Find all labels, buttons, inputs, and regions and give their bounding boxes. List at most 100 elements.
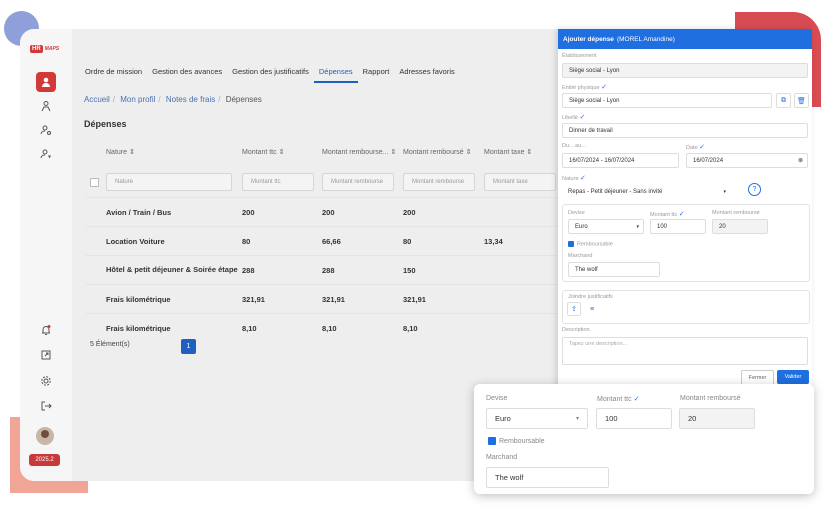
cell-montant-ttc: 8,10 <box>242 323 257 333</box>
logout-icon[interactable] <box>36 396 56 416</box>
tab-ordre-de-mission[interactable]: Ordre de mission <box>80 65 147 83</box>
column-header-nature[interactable]: Nature ⇕ <box>106 148 242 156</box>
breadcrumb-accueil[interactable]: Accueil <box>84 95 110 104</box>
upload-icon[interactable]: ⇪ <box>567 302 581 316</box>
help-icon[interactable]: ? <box>748 183 761 196</box>
export-icon[interactable] <box>36 345 56 365</box>
tab-gestion-des-avances[interactable]: Gestion des avances <box>147 65 227 83</box>
filter-montant-taxe-input[interactable]: Montant taxe <box>484 173 556 191</box>
zoom-montant-rembourse-label: Montant remboursé <box>680 395 741 402</box>
filter-montant-ttc-input[interactable]: Montant ttc <box>242 173 314 191</box>
filter-nature-input[interactable]: Nature <box>106 173 232 191</box>
montant-rembourse-field: 20 <box>712 219 768 234</box>
cell-montant-rembourse: 150 <box>403 265 416 275</box>
breadcrumb: Accueil / Mon profil / Notes de frais / Dép… <box>84 95 262 104</box>
tab-gestion-des-justificatifs[interactable]: Gestion des justificatifs <box>227 65 314 83</box>
zoom-callout: Devise Euro ▾ Montant ttc ✓ 100 Montant r… <box>474 384 814 494</box>
page-number-button[interactable]: 1 <box>181 339 196 354</box>
montant-ttc-field[interactable]: 100 <box>650 219 706 234</box>
org-icon[interactable] <box>36 96 56 116</box>
page-title: Dépenses <box>84 119 127 129</box>
devise-select[interactable]: Euro ▾ <box>568 219 644 234</box>
zoom-remboursable-checkbox[interactable]: Remboursable <box>488 437 545 445</box>
filter-montant-rembourse-input[interactable]: Montant rembourse <box>403 173 475 191</box>
filter-montant-rembourse-ht-input[interactable]: Montant rembourse <box>322 173 394 191</box>
breadcrumb-mon-profil[interactable]: Mon profil <box>120 95 155 104</box>
breadcrumb-notes-de-frais[interactable]: Notes de frais <box>166 95 215 104</box>
logo-text: MAPS <box>44 46 60 52</box>
libelle-field[interactable]: Dinner de travail <box>562 123 808 138</box>
checkbox-checked-icon <box>568 241 574 247</box>
drawer-header: Ajouter dépense (MOREL Amandine) <box>558 29 812 49</box>
check-icon: ✓ <box>678 211 685 218</box>
etablissement-field: Siège social - Lyon <box>562 63 808 78</box>
user-settings-icon[interactable] <box>36 120 56 140</box>
zoom-devise-label: Devise <box>486 395 508 402</box>
version-badge: 2025.2 <box>29 454 60 466</box>
add-expense-drawer: Ajouter dépense (MOREL Amandine) Établis… <box>558 29 812 389</box>
table-row[interactable]: Avion / Train / Bus 200 200 200 <box>86 197 566 226</box>
app-logo[interactable]: HR MAPS <box>30 45 59 53</box>
entite-field[interactable]: Siège social - Lyon <box>562 93 772 108</box>
cell-montant-ttc: 80 <box>242 236 251 246</box>
column-header-montant-rembourse-ht[interactable]: Montant rembourse... ⇕ <box>322 148 403 156</box>
settings-icon[interactable] <box>36 371 56 391</box>
cell-montant-rembourse: 8,10 <box>403 323 418 333</box>
submit-button[interactable]: Valider <box>777 370 809 384</box>
cell-montant-ttc: 200 <box>242 207 255 217</box>
table-row[interactable]: Location Voiture 80 66,66 80 13,34 <box>86 226 566 255</box>
delete-icon[interactable]: 🗑 <box>794 93 809 108</box>
drawer-title: Ajouter dépense <box>563 35 614 43</box>
column-header-montant-taxe[interactable]: Montant taxe ⇕ <box>484 148 566 156</box>
table-row[interactable]: Frais kilométrique 8,10 8,10 8,10 <box>86 313 566 342</box>
pager-count: 5 Élément(s) <box>90 341 130 348</box>
avatar[interactable] <box>36 427 54 445</box>
expenses-table: Nature ⇕ Montant ttc ⇕ Montant rembourse… <box>86 137 566 342</box>
zoom-montant-ttc-field[interactable]: 100 <box>596 408 672 429</box>
bell-icon[interactable] <box>36 320 56 340</box>
marchand-label: Marchand <box>568 253 593 259</box>
date-range-field[interactable]: 16/07/2024 - 16/07/2024 <box>562 153 679 168</box>
nature-label: Nature ✓ <box>562 175 586 182</box>
date-field[interactable]: 16/07/2024 ⊗ <box>686 153 808 168</box>
check-icon: ✓ <box>699 144 706 151</box>
tab-depenses[interactable]: Dépenses <box>313 65 358 83</box>
entite-label: Entité physique ✓ <box>562 84 608 91</box>
cell-montant-rembourse-ht: 200 <box>322 207 335 217</box>
marchand-field[interactable]: The wolf <box>568 262 660 277</box>
sidebar: HR MAPS 2025.2 <box>20 29 72 481</box>
zoom-montant-rembourse-field: 20 <box>679 408 755 429</box>
tab-adresses-favoris[interactable]: Adresses favoris <box>394 65 459 83</box>
user-key-icon[interactable] <box>36 144 56 164</box>
cell-montant-rembourse: 200 <box>403 207 416 217</box>
chevron-down-icon: ▾ <box>636 223 639 230</box>
nature-select[interactable]: Repas - Petit déjeuner - Sans invité ▾ <box>562 184 730 199</box>
list-icon[interactable]: ≡ <box>585 302 599 316</box>
table-header-row: Nature ⇕ Montant ttc ⇕ Montant rembourse… <box>86 137 566 167</box>
cell-montant-rembourse-ht: 8,10 <box>322 323 337 333</box>
tab-rapport[interactable]: Rapport <box>358 65 395 83</box>
column-header-montant-ttc[interactable]: Montant ttc ⇕ <box>242 148 322 156</box>
zoom-marchand-field[interactable]: The wolf <box>486 467 609 488</box>
chevron-down-icon: ▾ <box>723 188 726 195</box>
select-all-checkbox[interactable] <box>90 177 99 187</box>
breadcrumb-current: Dépenses <box>225 95 262 104</box>
remboursable-checkbox[interactable]: Remboursable <box>568 241 613 247</box>
copy-icon[interactable]: ⧉ <box>776 93 791 108</box>
cell-nature: Frais kilométrique <box>106 294 171 304</box>
check-icon: ✓ <box>601 84 608 91</box>
drawer-subtitle: (MOREL Amandine) <box>616 35 675 43</box>
logo-mark: HR <box>30 45 43 53</box>
table-row[interactable]: Hôtel & petit déjeuner & Soirée étape 28… <box>86 255 566 284</box>
user-icon[interactable] <box>36 72 56 92</box>
cell-montant-rembourse: 80 <box>403 236 412 246</box>
zoom-devise-select[interactable]: Euro ▾ <box>486 408 588 429</box>
clear-icon[interactable]: ⊗ <box>798 157 803 164</box>
chevron-down-icon: ▾ <box>575 416 579 422</box>
cell-nature: Hôtel & petit déjeuner & Soirée étape <box>106 264 238 274</box>
table-row[interactable]: Frais kilométrique 321,91 321,91 321,91 <box>86 284 566 313</box>
cell-nature: Location Voiture <box>106 236 165 246</box>
description-textarea[interactable]: Tapez une description... <box>562 337 808 365</box>
cell-nature: Frais kilométrique <box>106 323 171 333</box>
column-header-montant-rembourse[interactable]: Montant remboursé ⇕ <box>403 148 484 156</box>
